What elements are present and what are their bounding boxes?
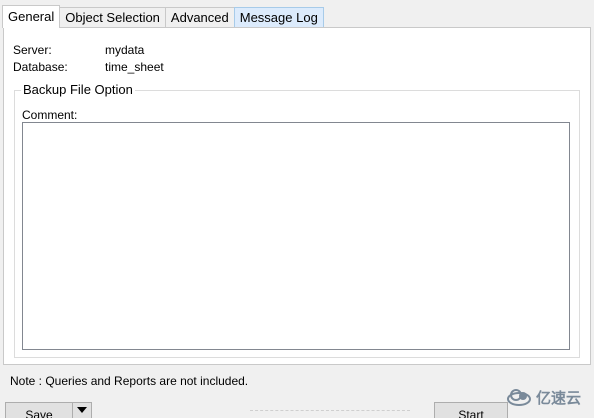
tab-advanced[interactable]: Advanced xyxy=(164,7,235,28)
general-panel: Server: mydata Database: time_sheet Back… xyxy=(3,27,591,365)
start-button[interactable]: Start xyxy=(434,402,508,418)
watermark-text: 亿速云 xyxy=(536,389,582,407)
server-label: Server: xyxy=(13,43,52,57)
note-text: Note : Queries and Reports are not inclu… xyxy=(10,374,249,388)
backup-file-option-group: Backup File Option Comment: xyxy=(14,83,580,358)
tab-general[interactable]: General xyxy=(2,5,61,28)
save-dropdown-button[interactable] xyxy=(72,402,92,418)
tab-message-log[interactable]: Message Log xyxy=(233,7,324,28)
comment-textarea[interactable] xyxy=(22,122,570,350)
database-label: Database: xyxy=(13,60,68,74)
tab-bar: General Object Selection Advanced Messag… xyxy=(2,4,324,28)
backup-dialog: General Object Selection Advanced Messag… xyxy=(0,0,594,418)
tab-object-selection[interactable]: Object Selection xyxy=(59,7,166,28)
comment-label: Comment: xyxy=(22,108,78,122)
chevron-down-icon xyxy=(77,407,87,413)
faded-divider xyxy=(250,410,410,411)
watermark: 亿速云 xyxy=(506,386,590,408)
server-value: mydata xyxy=(105,43,145,57)
save-button[interactable]: Save xyxy=(5,402,73,418)
database-value: time_sheet xyxy=(105,60,164,74)
backup-file-option-title: Backup File Option xyxy=(21,82,135,97)
cloud-logo-icon xyxy=(507,389,531,406)
